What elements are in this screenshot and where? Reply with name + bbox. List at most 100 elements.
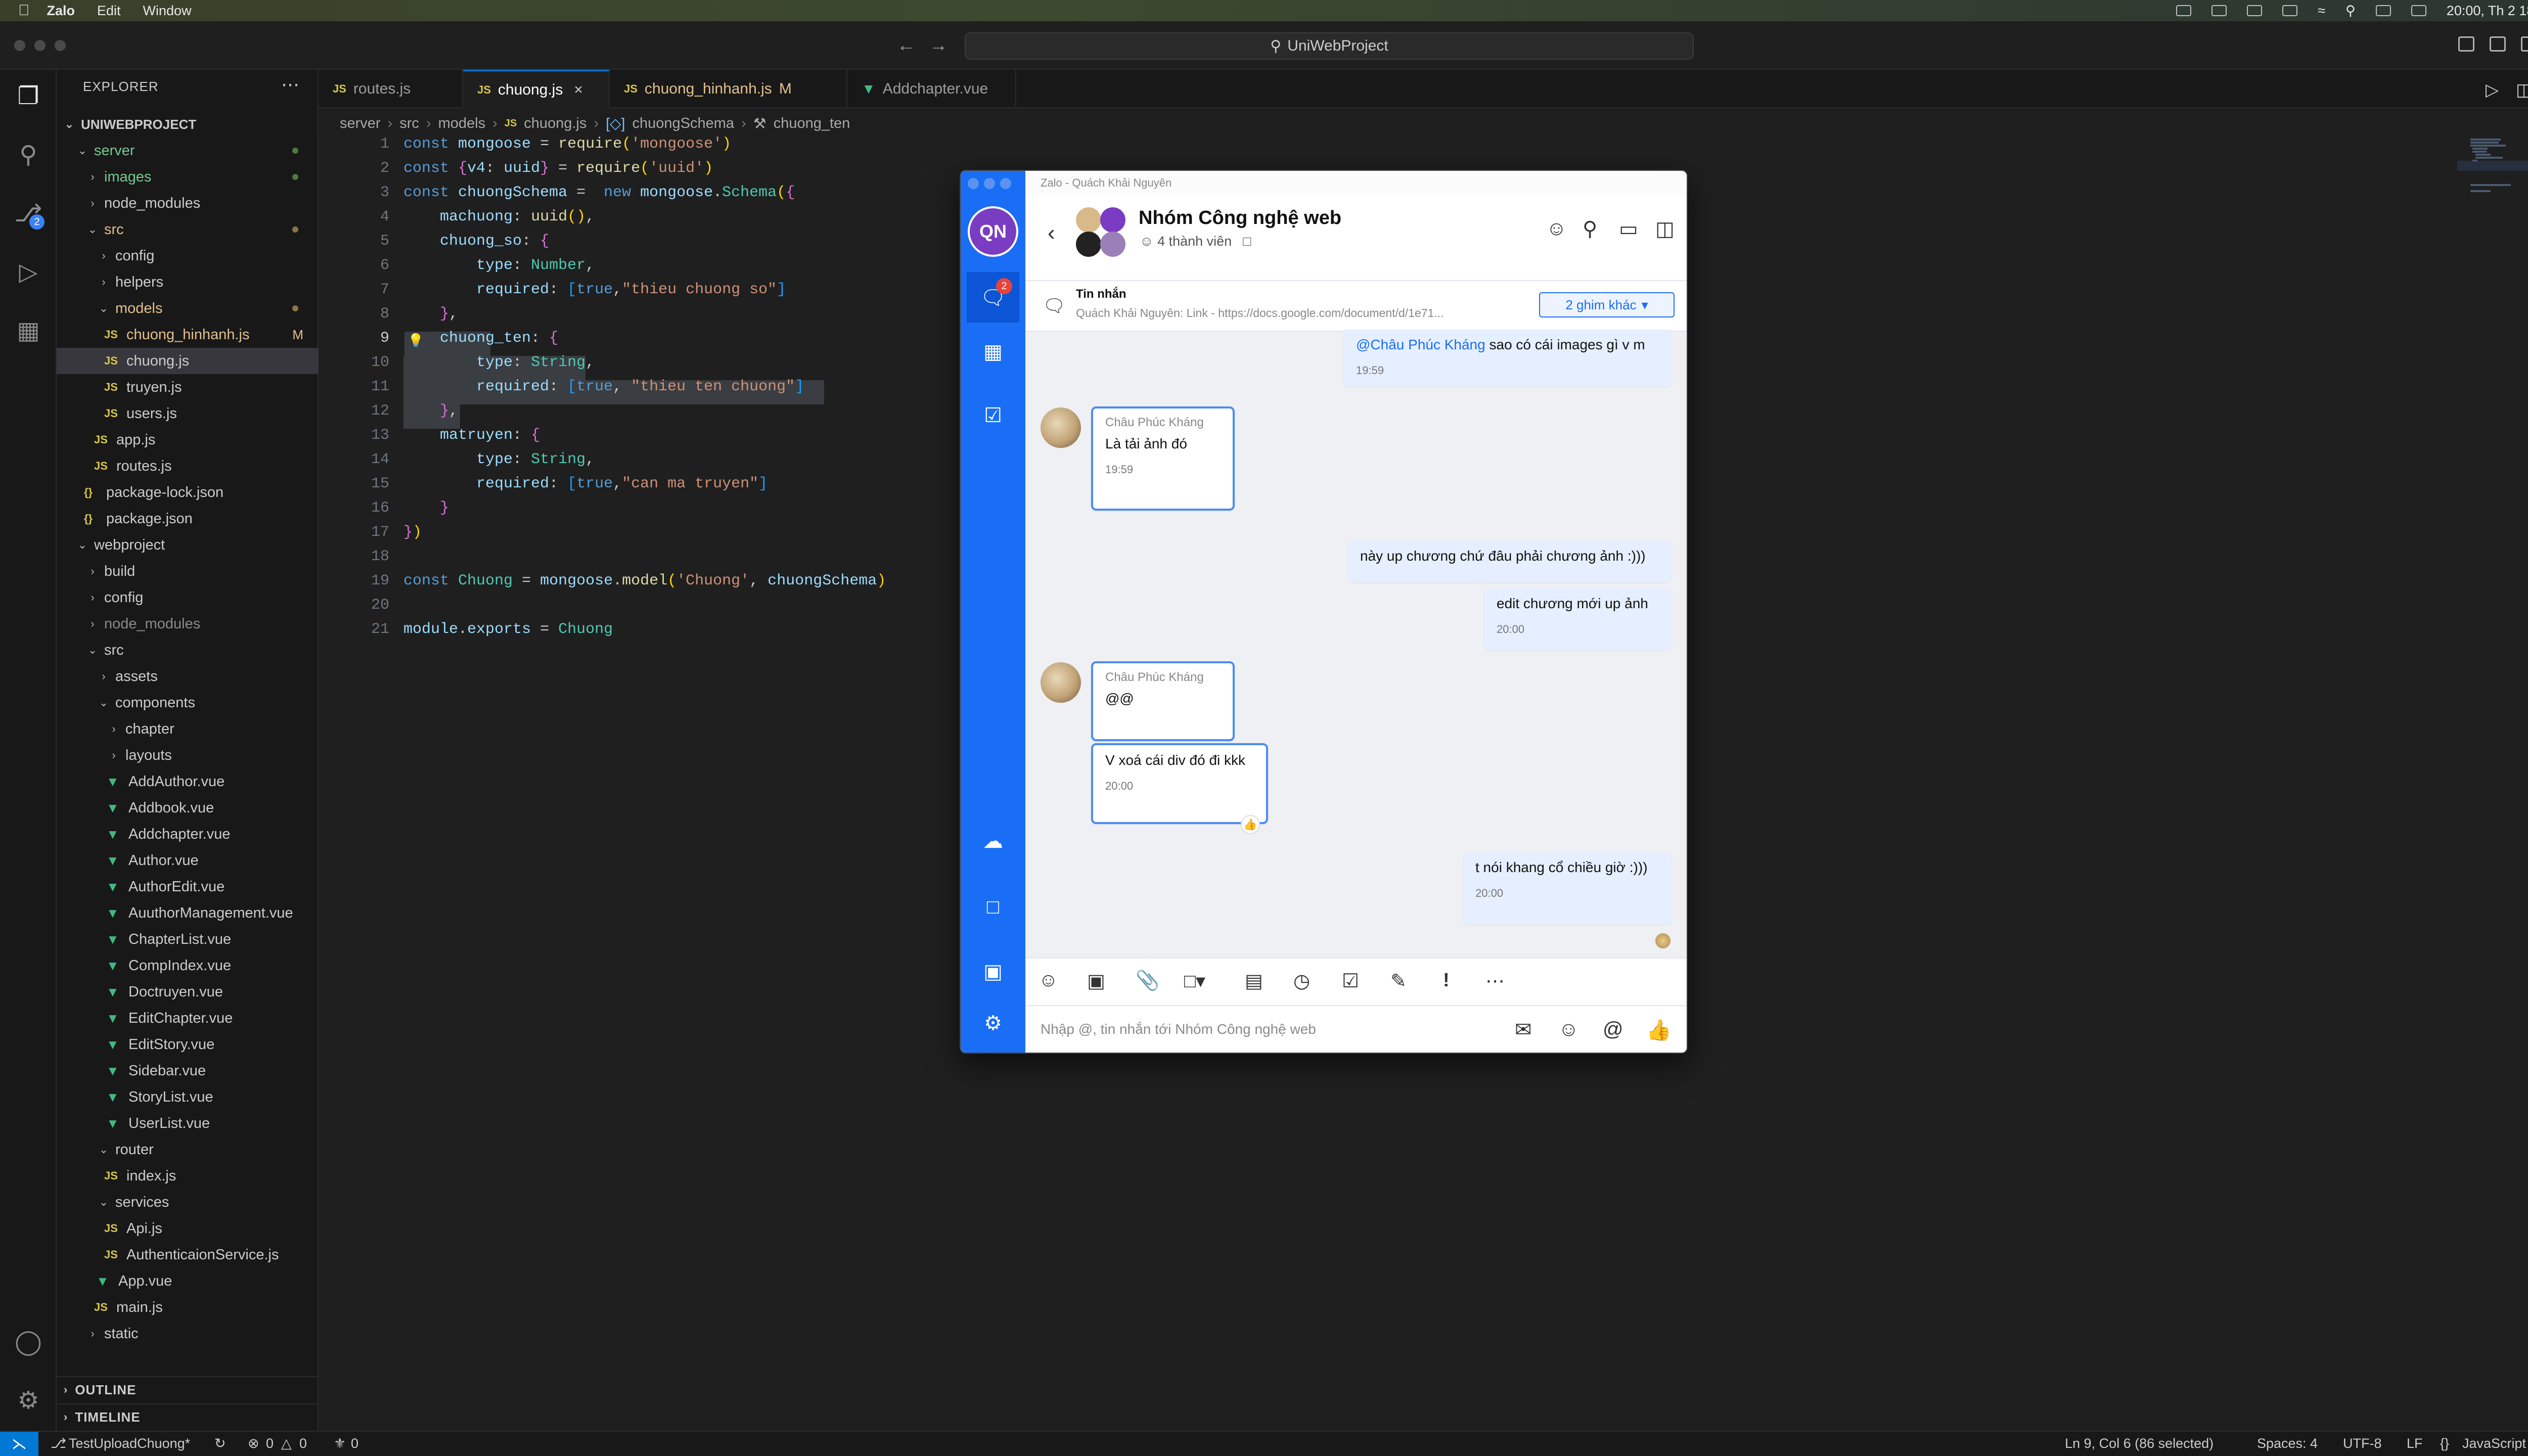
reminder-clock-icon[interactable]: ◷ xyxy=(1293,970,1310,992)
member-count[interactable]: ☺ 4 thành viên □ xyxy=(1140,234,1251,249)
tree-file-app-js[interactable]: JS app.js xyxy=(57,427,319,453)
settings-gear-icon[interactable]: ⚙ xyxy=(980,1010,1006,1036)
format-text-icon[interactable]: ✎ xyxy=(1390,970,1407,992)
add-member-icon[interactable]: ☺ xyxy=(1546,217,1567,240)
tree-file-authormanagement[interactable]: ▼ AuuthorManagement.vue xyxy=(57,900,319,926)
breadcrumb-item[interactable]: src xyxy=(399,115,419,132)
extensions-icon[interactable]: ▦ xyxy=(14,316,42,345)
tree-folder-helpers[interactable]: › helpers xyxy=(57,269,319,295)
remote-indicator-icon[interactable]: ⋋ xyxy=(0,1432,38,1456)
apple-icon[interactable]:  xyxy=(18,2,30,19)
tree-file-api[interactable]: JS Api.js xyxy=(57,1215,319,1242)
tree-file-storylist[interactable]: ▼ StoryList.vue xyxy=(57,1084,319,1110)
message-input[interactable]: Nhập @, tin nhắn tới Nhóm Công nghệ web … xyxy=(1025,1006,1687,1053)
window-zoom-button[interactable] xyxy=(55,40,66,51)
more-icon[interactable]: ⋯ xyxy=(1485,970,1505,992)
sync-icon[interactable]: ↻ xyxy=(214,1436,226,1451)
timeline-section[interactable]: › TIMELINE xyxy=(57,1403,319,1430)
language-mode[interactable]: JavaScript xyxy=(2462,1436,2526,1451)
tree-file-app-vue[interactable]: ▼ App.vue xyxy=(57,1268,319,1294)
split-editor-icon[interactable]: ◫ xyxy=(2516,80,2528,100)
capture-icon[interactable]: □▾ xyxy=(1184,970,1205,992)
tree-file-chuong[interactable]: JS chuong.js xyxy=(57,348,319,374)
message-bubble[interactable]: Châu Phúc Kháng @@ xyxy=(1091,661,1235,741)
ports-count[interactable]: 0 xyxy=(351,1436,358,1451)
toggle-secondary-sidebar-icon[interactable] xyxy=(2521,36,2528,52)
briefcase-icon[interactable]: ▣ xyxy=(980,959,1006,985)
close-icon[interactable]: × xyxy=(574,81,583,99)
minimap[interactable] xyxy=(2457,135,2528,1431)
run-debug-icon[interactable]: ▷ xyxy=(14,258,42,286)
tree-folder-assets[interactable]: › assets xyxy=(57,663,319,690)
message-bubble[interactable]: V xoá cái div đó đi kkk 20:00 xyxy=(1091,743,1268,824)
message-bubble[interactable]: edit chương mới up ảnh 20:00 xyxy=(1484,588,1672,650)
tree-folder-router[interactable]: ⌄ router xyxy=(57,1136,319,1163)
conversation-info-icon[interactable]: ◫ xyxy=(1655,217,1675,241)
screen-mirroring-icon[interactable] xyxy=(2375,5,2391,16)
spotlight-icon[interactable]: ⚲ xyxy=(2345,3,2356,19)
breadcrumb-item[interactable]: server xyxy=(340,115,381,132)
tree-folder-images[interactable]: › images xyxy=(57,164,319,190)
menu-window[interactable]: Window xyxy=(143,3,192,19)
status-icon[interactable] xyxy=(2176,5,2192,16)
avatar[interactable]: QN xyxy=(968,206,1018,257)
project-root[interactable]: ⌄ UNIWEBPROJECT xyxy=(57,111,319,138)
tab-routes[interactable]: JS routes.js xyxy=(319,70,463,108)
emoji-icon[interactable]: ☺ xyxy=(1558,1018,1579,1041)
todo-icon[interactable]: ☑ xyxy=(980,402,1006,429)
menu-app-name[interactable]: Zalo xyxy=(47,3,75,19)
tree-folder-layouts[interactable]: › layouts xyxy=(57,742,319,768)
tree-file-addauthor[interactable]: ▼ AddAuthor.vue xyxy=(57,768,319,795)
screenshot-icon[interactable]: □ xyxy=(980,894,1006,920)
contact-card-icon[interactable]: ▤ xyxy=(1245,970,1263,992)
tree-folder-static[interactable]: › static xyxy=(57,1321,319,1347)
breadcrumb-item[interactable]: chuongSchema xyxy=(632,115,734,132)
tree-file-users[interactable]: JS users.js xyxy=(57,400,319,427)
group-avatar[interactable] xyxy=(1076,207,1126,258)
breadcrumb-item[interactable]: chuong.js xyxy=(524,115,586,132)
tree-file-doctruyen[interactable]: ▼ Doctruyen.vue xyxy=(57,979,319,1005)
tree-file-main[interactable]: JS main.js xyxy=(57,1294,319,1321)
reaction-like-icon[interactable]: 👍 xyxy=(1241,815,1260,834)
video-call-icon[interactable]: ▭ xyxy=(1619,217,1638,241)
tree-folder-config-2[interactable]: › config xyxy=(57,584,319,611)
message-bubble[interactable]: này up chương chứ đâu phải chương ảnh :)… xyxy=(1348,541,1672,582)
toggle-primary-sidebar-icon[interactable] xyxy=(2458,36,2474,52)
messages-icon[interactable]: 🗨 xyxy=(967,272,1019,323)
tree-folder-build[interactable]: › build xyxy=(57,558,319,584)
battery-icon[interactable] xyxy=(2282,5,2298,16)
menu-clock[interactable]: 20:00, Th 2 18 thg 3 xyxy=(2447,3,2528,19)
tree-file-package-lock[interactable]: {} package-lock.json xyxy=(57,479,319,506)
mention-icon[interactable]: @ xyxy=(1603,1018,1623,1041)
tree-file-chuong-hinhanh[interactable]: JS chuong_hinhanh.js M xyxy=(57,322,319,348)
message-bubble[interactable]: @Châu Phúc Kháng sao có cái images gì v … xyxy=(1344,330,1672,386)
avatar[interactable] xyxy=(1041,662,1081,703)
tree-file-package[interactable]: {} package.json xyxy=(57,506,319,532)
control-center-icon[interactable] xyxy=(2411,5,2426,16)
cloud-icon[interactable] xyxy=(2211,5,2227,16)
forward-arrow-icon[interactable]: → xyxy=(929,34,947,56)
tree-file-chapterlist[interactable]: ▼ ChapterList.vue xyxy=(57,926,319,952)
image-icon[interactable]: ▣ xyxy=(1087,970,1105,992)
tree-folder-config[interactable]: › config xyxy=(57,243,319,269)
back-arrow-icon[interactable]: ← xyxy=(897,34,915,56)
tree-file-authoredit[interactable]: ▼ AuthorEdit.vue xyxy=(57,874,319,900)
tree-file-userlist[interactable]: ▼ UserList.vue xyxy=(57,1110,319,1136)
search-icon[interactable]: ⚲ xyxy=(14,141,42,169)
cloud-icon[interactable]: ☁ xyxy=(980,828,1006,854)
attachment-icon[interactable]: 📎 xyxy=(1136,970,1159,992)
message-bubble[interactable]: t nói khang cổ chiều giờ :))) 20:00 xyxy=(1463,852,1672,924)
tree-file-compindex[interactable]: ▼ CompIndex.vue xyxy=(57,952,319,979)
zalo-close-button[interactable] xyxy=(968,178,979,189)
git-branch[interactable]: TestUploadChuong* xyxy=(69,1436,190,1451)
mention[interactable]: @Châu Phúc Kháng xyxy=(1356,337,1485,352)
tree-file-addchapter[interactable]: ▼ Addchapter.vue xyxy=(57,821,319,847)
warnings-count[interactable]: 0 xyxy=(299,1436,307,1451)
tree-folder-services[interactable]: ⌄ services xyxy=(57,1189,319,1215)
group-name[interactable]: Nhóm Công nghệ web xyxy=(1139,207,1341,229)
window-close-button[interactable] xyxy=(14,40,25,51)
tree-folder-components[interactable]: ⌄ components xyxy=(57,690,319,716)
search-icon[interactable]: ⚲ xyxy=(1583,217,1597,241)
tab-chuong-hinhanh[interactable]: JS chuong_hinhanh.js M xyxy=(610,70,847,108)
message-list[interactable]: @Châu Phúc Kháng sao có cái images gì v … xyxy=(1025,330,1687,959)
